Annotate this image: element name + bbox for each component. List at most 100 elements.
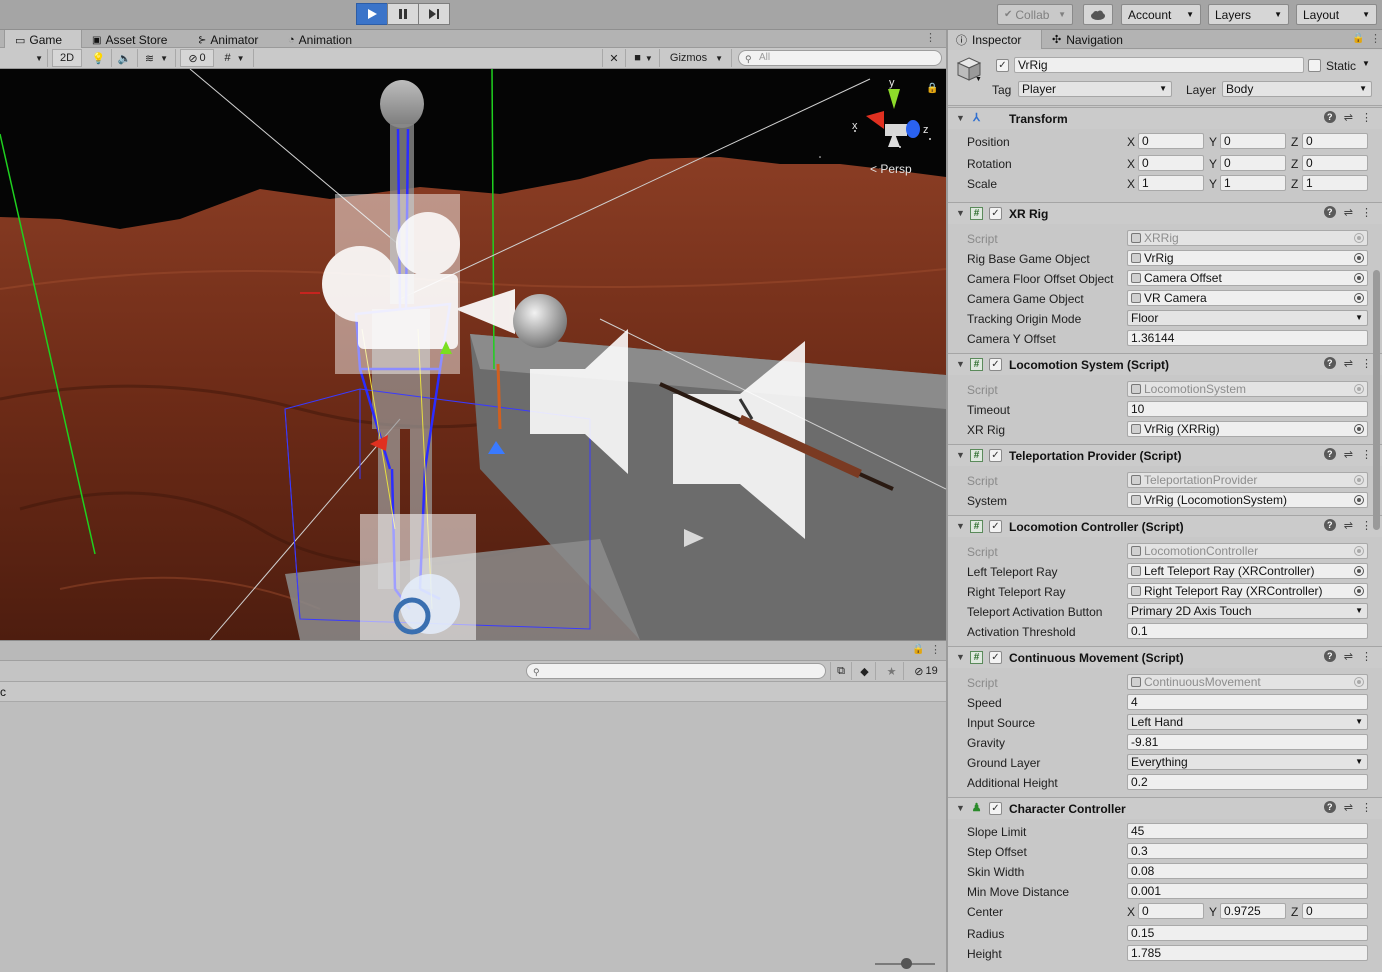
property-dropdown[interactable]: Primary 2D Axis Touch ▼ bbox=[1127, 603, 1368, 619]
min-move-field[interactable]: 0.001 bbox=[1127, 883, 1368, 899]
tab-animator[interactable]: ⊱ Animator bbox=[188, 30, 272, 48]
height-field[interactable]: 1.785 bbox=[1127, 945, 1368, 961]
presets-icon[interactable]: ⇌ bbox=[1344, 448, 1353, 461]
component-enabled-checkbox[interactable]: ✓ bbox=[989, 651, 1002, 664]
help-icon[interactable]: ? bbox=[1323, 206, 1336, 218]
kebab-menu-icon[interactable]: ⋮ bbox=[1361, 801, 1372, 814]
gizmos-dropdown[interactable]: Gizmos ▼ bbox=[662, 49, 732, 67]
object-reference-field[interactable]: VR Camera bbox=[1127, 290, 1368, 306]
projection-toggle[interactable]: < Persp bbox=[870, 162, 912, 176]
play-button[interactable] bbox=[356, 3, 388, 25]
tab-asset-store[interactable]: ▣ Asset Store bbox=[82, 30, 180, 48]
object-picker-icon[interactable] bbox=[1354, 586, 1364, 596]
component-header[interactable]: ▼ # ✓ Teleportation Provider (Script)? ⇌ ⋮ bbox=[948, 444, 1382, 466]
object-picker-icon[interactable] bbox=[1354, 475, 1364, 485]
kebab-menu-icon[interactable]: ⋮ bbox=[1361, 448, 1372, 461]
help-icon[interactable]: ? bbox=[1323, 448, 1336, 460]
foldout-arrow-icon[interactable]: ▼ bbox=[956, 803, 965, 813]
foldout-arrow-icon[interactable]: ▼ bbox=[956, 208, 965, 218]
account-dropdown[interactable]: Account ▼ bbox=[1121, 4, 1201, 25]
object-reference-field[interactable]: Left Teleport Ray (XRController) bbox=[1127, 563, 1368, 579]
object-reference-field[interactable]: Camera Offset bbox=[1127, 270, 1368, 286]
presets-icon[interactable]: ⇌ bbox=[1344, 206, 1353, 219]
component-enabled-checkbox[interactable]: ✓ bbox=[989, 520, 1002, 533]
object-picker-icon[interactable] bbox=[1354, 273, 1364, 283]
chevron-down-icon[interactable]: ▼ bbox=[1362, 59, 1370, 68]
filter-label-button[interactable]: ◆ bbox=[854, 662, 876, 680]
presets-icon[interactable]: ⇌ bbox=[1344, 801, 1353, 814]
property-value-field[interactable]: 0.2 bbox=[1127, 774, 1368, 790]
property-value-field[interactable]: -9.81 bbox=[1127, 734, 1368, 750]
foldout-arrow-icon[interactable]: ▼ bbox=[956, 521, 965, 531]
object-picker-icon[interactable] bbox=[1354, 546, 1364, 556]
component-enabled-checkbox[interactable]: ✓ bbox=[989, 802, 1002, 815]
kebab-menu-icon[interactable]: ⋮ bbox=[1361, 111, 1372, 124]
lock-icon[interactable]: 🔒 bbox=[926, 82, 938, 94]
lighting-toggle[interactable]: 💡 bbox=[86, 49, 112, 67]
hidden-packages-toggle[interactable]: ⊘ 19 bbox=[906, 662, 946, 680]
object-picker-icon[interactable] bbox=[1354, 495, 1364, 505]
lock-icon[interactable]: 🔒 bbox=[912, 644, 924, 655]
tab-menu-icon[interactable]: ⋮ bbox=[925, 31, 936, 44]
presets-icon[interactable]: ⇌ bbox=[1344, 650, 1353, 663]
foldout-arrow-icon[interactable]: ▼ bbox=[956, 359, 965, 369]
presets-icon[interactable]: ⇌ bbox=[1344, 357, 1353, 370]
console-search-input[interactable]: ⚲ bbox=[526, 663, 826, 679]
kebab-menu-icon[interactable]: ⋮ bbox=[1361, 650, 1372, 663]
collab-button[interactable]: ✔ Collab ▼ bbox=[997, 4, 1073, 25]
help-icon[interactable]: ? bbox=[1323, 111, 1336, 123]
component-enabled-checkbox[interactable]: ✓ bbox=[989, 358, 1002, 371]
slope-limit-field[interactable]: 45 bbox=[1127, 823, 1368, 839]
object-picker-icon[interactable] bbox=[1354, 424, 1364, 434]
object-picker-icon[interactable] bbox=[1354, 233, 1364, 243]
grid-dropdown[interactable]: # ▼ bbox=[216, 49, 254, 67]
object-picker-icon[interactable] bbox=[1354, 677, 1364, 687]
property-value-field[interactable]: 1.36144 bbox=[1127, 330, 1368, 346]
object-picker-icon[interactable] bbox=[1354, 253, 1364, 263]
property-dropdown[interactable]: Floor ▼ bbox=[1127, 310, 1368, 326]
component-enabled-checkbox[interactable]: ✓ bbox=[989, 207, 1002, 220]
presets-icon[interactable]: ⇌ bbox=[1344, 519, 1353, 532]
help-icon[interactable]: ? bbox=[1323, 650, 1336, 662]
rotation-y-field[interactable]: 0 bbox=[1220, 155, 1286, 171]
tools-button[interactable]: ✕ bbox=[602, 49, 626, 67]
camera-dropdown[interactable]: ■ ▼ bbox=[628, 49, 660, 67]
zoom-slider-handle[interactable] bbox=[901, 958, 912, 969]
property-dropdown[interactable]: Everything ▼ bbox=[1127, 754, 1368, 770]
scale-x-field[interactable]: 1 bbox=[1138, 175, 1204, 191]
effects-dropdown[interactable]: ≋ ▼ bbox=[138, 49, 176, 67]
center-x-field[interactable]: 0 bbox=[1138, 903, 1204, 919]
presets-icon[interactable]: ⇌ bbox=[1344, 111, 1353, 124]
component-header[interactable]: ▼ # ✓ Continuous Movement (Script)? ⇌ ⋮ bbox=[948, 646, 1382, 668]
property-value-field[interactable]: 10 bbox=[1127, 401, 1368, 417]
property-dropdown[interactable]: Left Hand ▼ bbox=[1127, 714, 1368, 730]
radius-field[interactable]: 0.15 bbox=[1127, 925, 1368, 941]
layer-dropdown[interactable]: Body ▼ bbox=[1222, 81, 1372, 97]
skin-width-field[interactable]: 0.08 bbox=[1127, 863, 1368, 879]
object-reference-field[interactable]: VrRig bbox=[1127, 250, 1368, 266]
help-icon[interactable]: ? bbox=[1323, 801, 1336, 813]
active-checkbox[interactable]: ✓ bbox=[996, 59, 1009, 72]
tab-game[interactable]: ▭ Game bbox=[4, 30, 82, 48]
pause-button[interactable] bbox=[387, 3, 419, 25]
lock-icon[interactable]: 🔒 bbox=[1352, 33, 1364, 44]
favorites-button[interactable]: ★ bbox=[880, 662, 904, 680]
object-picker-icon[interactable] bbox=[1354, 566, 1364, 576]
character-controller-header[interactable]: ▼ ♟ ✓ Character Controller ? ⇌ ⋮ bbox=[948, 797, 1382, 819]
tab-animation[interactable]: ◔ Animation bbox=[278, 30, 368, 48]
object-reference-field[interactable]: VrRig (XRRig) bbox=[1127, 421, 1368, 437]
inspector-scrollbar[interactable] bbox=[1373, 270, 1380, 530]
scale-z-field[interactable]: 1 bbox=[1302, 175, 1368, 191]
chevron-down-icon[interactable]: ▼ bbox=[975, 76, 982, 83]
kebab-menu-icon[interactable]: ⋮ bbox=[1361, 206, 1372, 219]
transform-component-header[interactable]: ▼ ⅄ Transform ? ⇌ ⋮ bbox=[948, 107, 1382, 129]
scene-viewport[interactable]: y x z 🔒 < Persp bbox=[0, 69, 946, 640]
object-name-field[interactable]: VrRig bbox=[1014, 57, 1304, 73]
component-header[interactable]: ▼ # ✓ Locomotion Controller (Script)? ⇌ ⋮ bbox=[948, 515, 1382, 537]
layers-dropdown[interactable]: Layers ▼ bbox=[1208, 4, 1289, 25]
tab-inspector[interactable]: ⓘ Inspector bbox=[948, 30, 1042, 49]
scale-y-field[interactable]: 1 bbox=[1220, 175, 1286, 191]
audio-toggle[interactable]: 🔈 bbox=[112, 49, 138, 67]
step-offset-field[interactable]: 0.3 bbox=[1127, 843, 1368, 859]
component-header[interactable]: ▼ # ✓ Locomotion System (Script)? ⇌ ⋮ bbox=[948, 353, 1382, 375]
